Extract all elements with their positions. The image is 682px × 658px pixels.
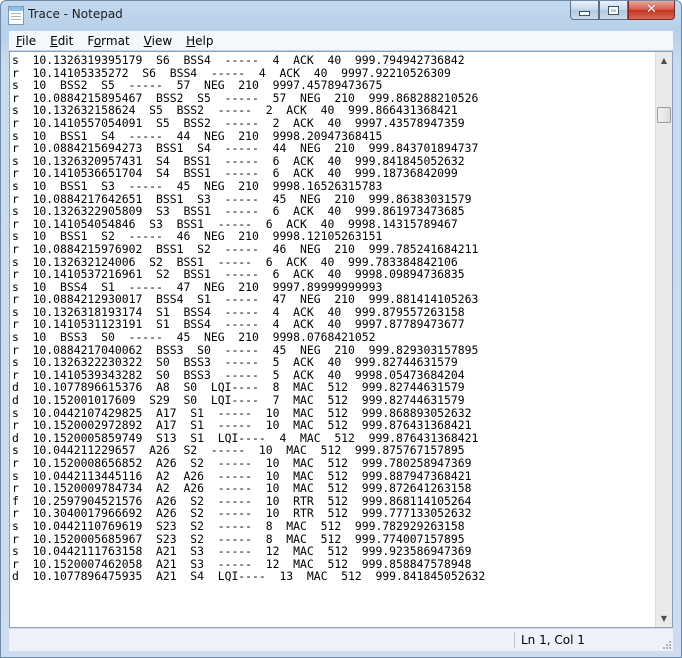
title-bar[interactable]: Trace - Notepad ✕ bbox=[1, 1, 681, 29]
notepad-window: Trace - Notepad ✕ File Edit Format View … bbox=[0, 0, 682, 658]
grip-dot bbox=[669, 641, 671, 643]
grip-dot bbox=[666, 647, 668, 649]
text-line[interactable]: s 10 BSS1 S3 ----- 45 NEG 210 9998.16526… bbox=[12, 180, 654, 193]
resize-grip-icon[interactable] bbox=[661, 639, 671, 649]
menu-view-accelerator: V bbox=[143, 33, 152, 48]
text-editor[interactable]: s 10.1326319395179 S6 BSS4 ----- 4 ACK 4… bbox=[9, 51, 673, 628]
grip-dot bbox=[666, 644, 668, 646]
minimize-icon bbox=[579, 10, 590, 16]
text-line[interactable]: s 10.0442110769619 S23 S2 ----- 8 MAC 51… bbox=[12, 520, 654, 533]
maximize-button[interactable] bbox=[599, 1, 628, 20]
menu-format[interactable]: Format bbox=[80, 34, 136, 48]
maximize-icon bbox=[608, 5, 619, 15]
text-line[interactable]: d 10.152001017609 S29 S0 LQI---- 7 MAC 5… bbox=[12, 394, 654, 407]
menu-help-label: elp bbox=[195, 33, 214, 48]
text-line[interactable]: s 10 BSS2 S5 ----- 57 NEG 210 9997.45789… bbox=[12, 79, 654, 92]
text-line[interactable]: s 10.1326322905809 S3 BSS1 ----- 6 ACK 4… bbox=[12, 205, 654, 218]
notepad-icon-line bbox=[11, 19, 21, 20]
menu-edit[interactable]: Edit bbox=[43, 34, 80, 48]
grip-dot bbox=[663, 647, 665, 649]
menu-view[interactable]: View bbox=[137, 34, 179, 48]
close-button[interactable]: ✕ bbox=[628, 1, 675, 20]
menu-edit-label: dit bbox=[57, 33, 74, 48]
scroll-up-button[interactable]: ▲ bbox=[656, 52, 672, 69]
minimize-button[interactable] bbox=[570, 1, 599, 20]
menu-help[interactable]: Help bbox=[179, 34, 220, 48]
vertical-scrollbar[interactable]: ▲ ▼ bbox=[655, 52, 672, 627]
text-line[interactable]: r 10.1410557054091 S5 BSS2 ----- 2 ACK 4… bbox=[12, 117, 654, 130]
menu-edit-accelerator: E bbox=[50, 33, 58, 48]
menu-bar: File Edit Format View Help bbox=[9, 31, 673, 50]
menu-view-label: iew bbox=[151, 33, 173, 48]
text-line[interactable]: s 10.1326319395179 S6 BSS4 ----- 4 ACK 4… bbox=[12, 54, 654, 67]
text-line[interactable]: s 10 BSS3 S0 ----- 45 NEG 210 9998.07684… bbox=[12, 331, 654, 344]
text-line[interactable]: r 10.0884215976902 BSS1 S2 ----- 46 NEG … bbox=[12, 243, 654, 256]
window-title: Trace - Notepad bbox=[28, 7, 123, 21]
close-icon: ✕ bbox=[646, 2, 657, 17]
scroll-down-button[interactable]: ▼ bbox=[656, 610, 672, 627]
text-line[interactable]: r 10.1520002972892 A17 S1 ----- 10 MAC 5… bbox=[12, 419, 654, 432]
text-line[interactable]: d 10.1077896475935 A21 S4 LQI---- 13 MAC… bbox=[12, 570, 654, 583]
text-line[interactable]: r 10.0884215694273 BSS1 S4 ----- 44 NEG … bbox=[12, 142, 654, 155]
notepad-icon-line bbox=[11, 16, 21, 17]
menu-format-label: rmat bbox=[101, 33, 130, 48]
text-line[interactable]: r 10.0884212930017 BSS4 S1 ----- 47 NEG … bbox=[12, 293, 654, 306]
menu-file[interactable]: File bbox=[9, 34, 43, 48]
cursor-position: Ln 1, Col 1 bbox=[521, 633, 585, 647]
text-content[interactable]: s 10.1326319395179 S6 BSS4 ----- 4 ACK 4… bbox=[12, 54, 654, 626]
notepad-icon[interactable] bbox=[8, 6, 24, 25]
menu-help-accelerator: H bbox=[186, 33, 196, 48]
scroll-down-icon: ▼ bbox=[660, 614, 668, 623]
text-line[interactable]: r 10.1520009784734 A2 A26 ----- 10 MAC 5… bbox=[12, 482, 654, 495]
text-line[interactable]: r 10.1520008656852 A26 S2 ----- 10 MAC 5… bbox=[12, 457, 654, 470]
text-line[interactable]: r 10.1410537216961 S2 BSS1 ----- 6 ACK 4… bbox=[12, 268, 654, 281]
notepad-icon-header bbox=[9, 7, 23, 11]
grip-dot bbox=[669, 644, 671, 646]
text-line[interactable]: s 10.0442111763158 A21 S3 ----- 12 MAC 5… bbox=[12, 545, 654, 558]
caption-buttons: ✕ bbox=[570, 1, 675, 21]
grip-dot bbox=[669, 647, 671, 649]
status-bar: Ln 1, Col 1 bbox=[9, 628, 673, 651]
status-divider bbox=[514, 632, 515, 648]
scroll-up-icon: ▲ bbox=[660, 56, 668, 65]
scrollbar-thumb[interactable] bbox=[657, 107, 671, 123]
menu-file-label: ile bbox=[22, 33, 37, 48]
notepad-icon-line bbox=[11, 13, 21, 14]
text-line[interactable]: s 10.1326322230322 S0 BSS3 ----- 5 ACK 4… bbox=[12, 356, 654, 369]
